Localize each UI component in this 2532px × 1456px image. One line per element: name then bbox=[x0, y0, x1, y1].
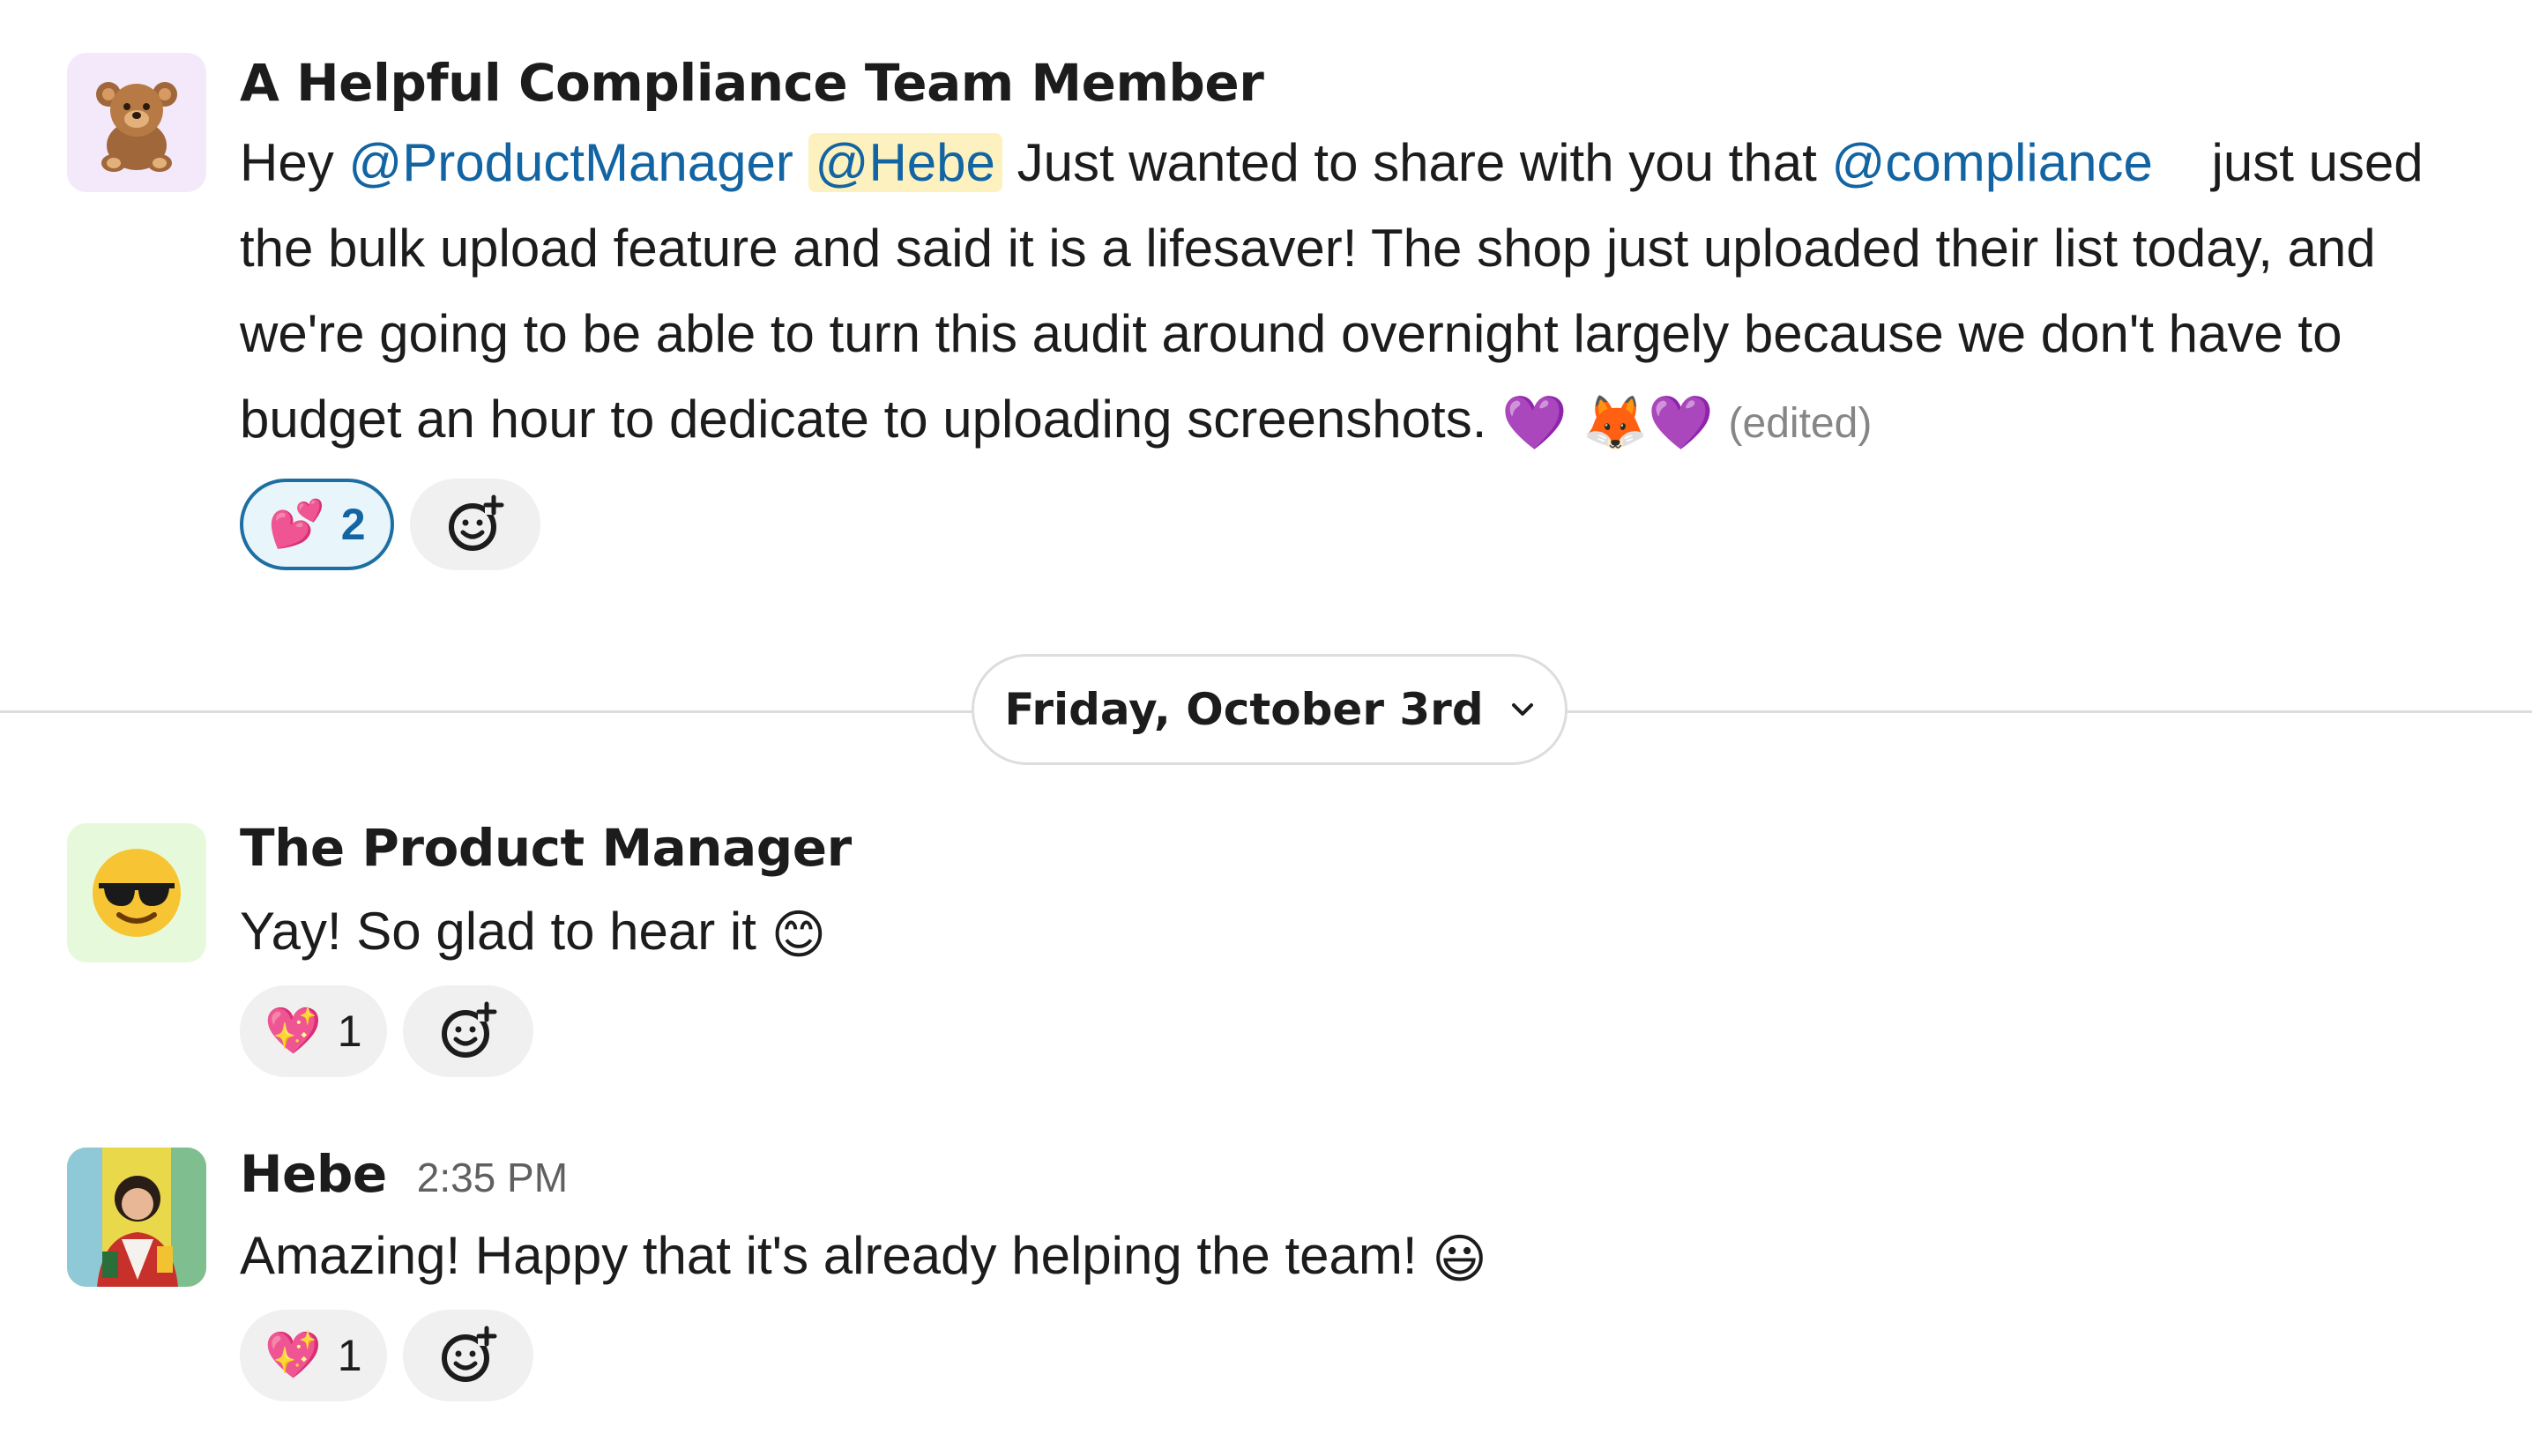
chevron-down-icon bbox=[1511, 703, 1533, 716]
message-text: Hey @ProductManager @Hebe Just wanted to… bbox=[240, 120, 2479, 466]
sender-name[interactable]: Hebe bbox=[240, 1144, 387, 1204]
reactions: 💖 1 bbox=[240, 984, 2479, 1077]
smiling-face-icon: 😊 bbox=[771, 903, 827, 966]
message-text: Yay! So glad to hear it 😊 bbox=[240, 888, 2479, 978]
mention-hebe[interactable]: @Hebe bbox=[808, 133, 1002, 192]
avatar[interactable] bbox=[67, 1148, 206, 1287]
date-divider-button[interactable]: Friday, October 3rd bbox=[972, 654, 1568, 765]
reaction-count: 2 bbox=[340, 500, 366, 549]
user-photo bbox=[67, 1148, 206, 1287]
avatar[interactable] bbox=[67, 53, 206, 192]
sender-name[interactable]: The Product Manager bbox=[240, 818, 852, 878]
reactions: 💖 1 bbox=[240, 1309, 2479, 1401]
purple-heart-icon: 💜 bbox=[1648, 391, 1714, 454]
sparkling-heart-icon: 💖 bbox=[264, 1329, 322, 1381]
text-segment: Yay! So glad to hear it bbox=[240, 902, 756, 961]
text-segment: Just wanted to share with you that bbox=[1002, 133, 1832, 192]
sunglasses-face-icon bbox=[93, 849, 181, 937]
edited-label: (edited) bbox=[1728, 400, 1873, 447]
reaction-count: 1 bbox=[337, 1006, 362, 1056]
reaction-count: 1 bbox=[337, 1330, 362, 1380]
add-emoji-icon bbox=[448, 494, 504, 551]
sender-line: Hebe 2:35 PM bbox=[240, 1144, 2479, 1207]
add-reaction-button[interactable] bbox=[409, 479, 540, 570]
fox-icon: 🦊 bbox=[1582, 391, 1649, 454]
date-label: Friday, October 3rd bbox=[1004, 684, 1484, 735]
sender-name[interactable]: A Helpful Compliance Team Member bbox=[240, 53, 1264, 113]
reactions: 💕 2 bbox=[240, 479, 2479, 570]
add-emoji-icon bbox=[441, 1326, 497, 1382]
avatar[interactable] bbox=[67, 823, 206, 962]
message-body: A Helpful Compliance Team Member Hey @Pr… bbox=[240, 53, 2479, 570]
text-segment: Amazing! Happy that it's already helping… bbox=[240, 1226, 1418, 1285]
message-text: Amazing! Happy that it's already helping… bbox=[240, 1213, 2479, 1303]
text-segment: Hey bbox=[240, 133, 349, 192]
add-emoji-icon bbox=[441, 1001, 497, 1058]
sparkling-heart-icon: 💖 bbox=[264, 1005, 322, 1057]
reaction-pill[interactable]: 💕 2 bbox=[240, 479, 394, 570]
sender-line: A Helpful Compliance Team Member bbox=[240, 53, 2479, 116]
add-reaction-button[interactable] bbox=[402, 984, 533, 1077]
hearts-stack-icon: 💕 bbox=[268, 499, 325, 550]
timestamp[interactable]: 2:35 PM bbox=[417, 1154, 568, 1201]
mention-compliance[interactable]: @compliance bbox=[1831, 133, 2152, 192]
message-body: The Product Manager Yay! So glad to hear… bbox=[240, 818, 2479, 1077]
teddy-bear-icon bbox=[96, 82, 177, 172]
reaction-pill[interactable]: 💖 1 bbox=[240, 984, 387, 1077]
mention-productmanager[interactable]: @ProductManager bbox=[348, 133, 793, 192]
grinning-face-icon: 😃 bbox=[1432, 1228, 1487, 1290]
add-reaction-button[interactable] bbox=[402, 1309, 533, 1401]
message-body: Hebe 2:35 PM Amazing! Happy that it's al… bbox=[240, 1144, 2479, 1401]
reaction-pill[interactable]: 💖 1 bbox=[240, 1309, 387, 1401]
purple-heart-icon: 💜 bbox=[1501, 391, 1568, 454]
sender-line: The Product Manager bbox=[240, 818, 2479, 881]
